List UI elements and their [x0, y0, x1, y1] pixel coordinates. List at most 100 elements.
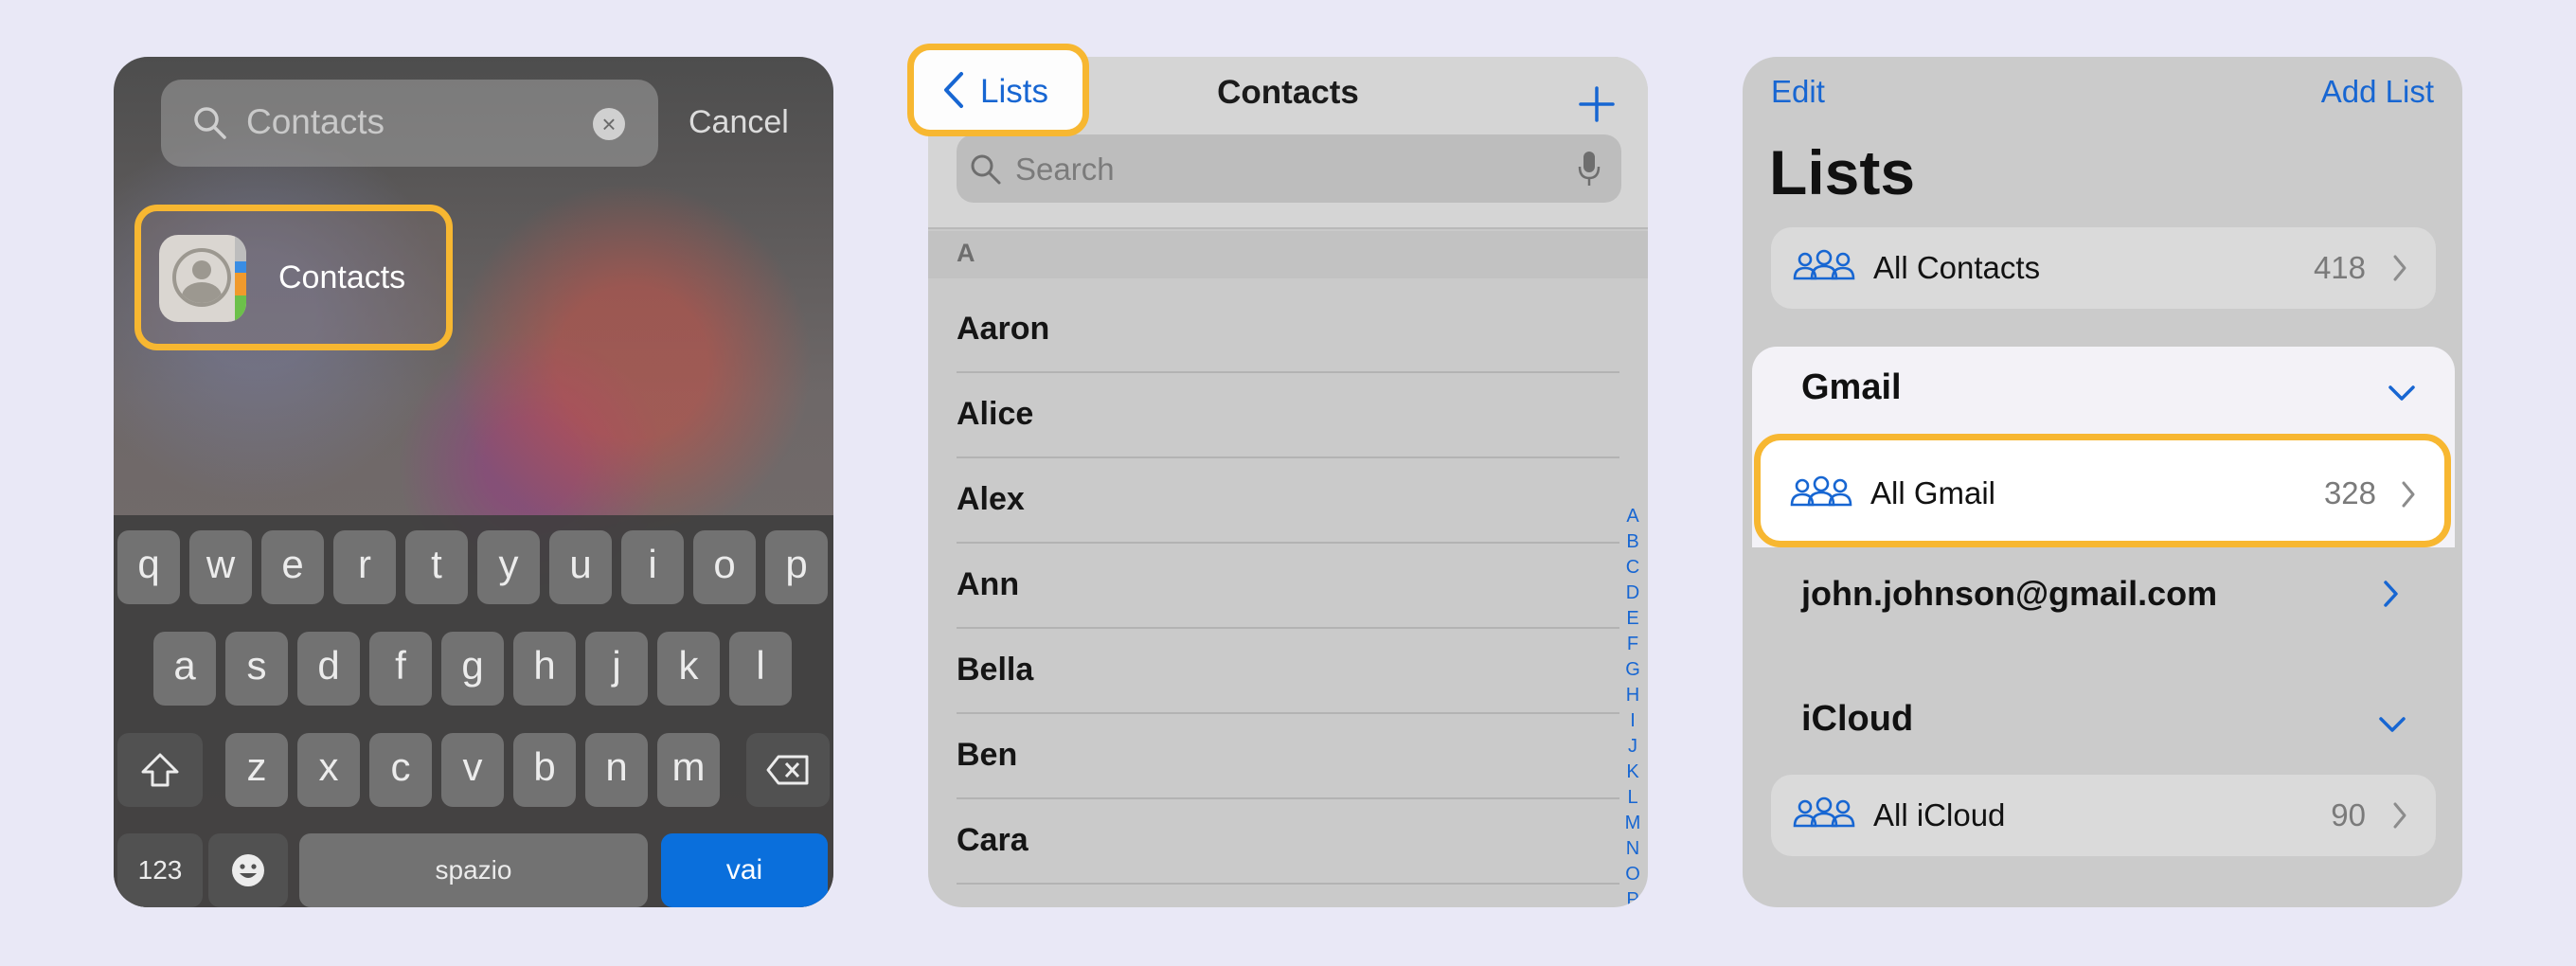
- index-letter[interactable]: C: [1623, 555, 1642, 581]
- chevron-right-icon: [2393, 802, 2406, 829]
- key-o[interactable]: o: [693, 530, 756, 604]
- list-name: All Contacts: [1873, 250, 2041, 285]
- chevron-down-icon[interactable]: [2388, 385, 2416, 402]
- gmail-account[interactable]: john.johnson@gmail.com: [1801, 574, 2217, 614]
- list-count: 418: [2313, 250, 2366, 285]
- contacts-app-icon[interactable]: [159, 235, 246, 322]
- key-m[interactable]: m: [657, 733, 720, 807]
- index-letter[interactable]: P: [1623, 887, 1642, 907]
- space-key[interactable]: spazio: [299, 833, 648, 907]
- backspace-icon: [766, 755, 809, 785]
- key-c[interactable]: c: [369, 733, 432, 807]
- add-contact-button[interactable]: [1578, 68, 1616, 135]
- contact-name: Ann: [957, 566, 1020, 602]
- person-icon: [172, 248, 231, 307]
- list-name: All iCloud: [1873, 797, 2006, 832]
- contact-name: Alex: [957, 481, 1025, 517]
- back-to-lists-button[interactable]: Lists: [907, 44, 1089, 136]
- index-letter[interactable]: F: [1623, 632, 1642, 657]
- key-i[interactable]: i: [621, 530, 684, 604]
- key-y[interactable]: y: [477, 530, 540, 604]
- group-title: iCloud: [1801, 699, 1914, 739]
- key-s[interactable]: s: [225, 632, 288, 706]
- emoji-icon: [232, 854, 264, 886]
- key-v[interactable]: v: [441, 733, 504, 807]
- key-p[interactable]: p: [765, 530, 828, 604]
- contact-row[interactable]: Alice: [957, 373, 1619, 458]
- key-d[interactable]: d: [297, 632, 360, 706]
- go-key[interactable]: vai: [661, 833, 828, 907]
- list-all-gmail[interactable]: All Gmail 328: [1754, 434, 2451, 547]
- add-list-button[interactable]: Add List: [2321, 74, 2434, 110]
- key-t[interactable]: t: [405, 530, 468, 604]
- shift-icon: [141, 753, 179, 787]
- key-b[interactable]: b: [513, 733, 576, 807]
- contact-row[interactable]: Ann: [957, 544, 1619, 629]
- chevron-right-icon[interactable]: [2383, 580, 2400, 608]
- contact-name: Cara: [957, 822, 1029, 858]
- chevron-left-icon: [944, 72, 963, 108]
- index-letter[interactable]: B: [1623, 529, 1642, 555]
- search-placeholder: Search: [1015, 152, 1115, 187]
- key-g[interactable]: g: [441, 632, 504, 706]
- index-letter[interactable]: I: [1623, 708, 1642, 734]
- alphabet-index[interactable]: ABCDEFGHIJKLMNOP: [1623, 504, 1642, 907]
- key-k[interactable]: k: [657, 632, 720, 706]
- key-w[interactable]: w: [189, 530, 252, 604]
- list-all-contacts[interactable]: All Contacts 418: [1771, 227, 2436, 309]
- contact-row[interactable]: Aaron: [957, 288, 1619, 373]
- contact-row[interactable]: Cara: [957, 799, 1619, 885]
- key-z[interactable]: z: [225, 733, 288, 807]
- shift-key[interactable]: [117, 733, 203, 807]
- index-letter[interactable]: E: [1623, 606, 1642, 632]
- contact-row[interactable]: Bella: [957, 629, 1619, 714]
- chevron-right-icon: [2393, 255, 2406, 281]
- spotlight-search-field[interactable]: Contacts ×: [161, 80, 658, 167]
- list-all-icloud[interactable]: All iCloud 90: [1771, 775, 2436, 856]
- search-icon: [971, 154, 1001, 185]
- index-letter[interactable]: J: [1623, 734, 1642, 760]
- index-letter[interactable]: A: [1623, 504, 1642, 529]
- delete-key[interactable]: [746, 733, 830, 807]
- contact-row[interactable]: Ben: [957, 714, 1619, 799]
- page-title: Lists: [1769, 137, 1916, 207]
- contact-row[interactable]: Alex: [957, 458, 1619, 544]
- chevron-down-icon[interactable]: [2378, 716, 2406, 733]
- search-icon: [194, 107, 226, 139]
- edit-button[interactable]: Edit: [1771, 74, 1825, 110]
- list-count: 328: [2323, 475, 2376, 510]
- index-letter[interactable]: M: [1623, 811, 1642, 836]
- key-f[interactable]: f: [369, 632, 432, 706]
- index-letter[interactable]: D: [1623, 581, 1642, 606]
- index-letter[interactable]: N: [1623, 836, 1642, 862]
- key-e[interactable]: e: [261, 530, 324, 604]
- spotlight-panel: Contacts × Cancel Contacts qwertyuiop as…: [114, 57, 833, 907]
- numbers-key[interactable]: 123: [117, 833, 203, 907]
- chevron-right-icon: [2402, 481, 2415, 508]
- keyboard: qwertyuiop asdfghjkl zxcvbnm 123 spazio: [114, 515, 833, 907]
- clear-search-icon[interactable]: ×: [593, 108, 625, 140]
- index-letter[interactable]: G: [1623, 657, 1642, 683]
- cancel-button[interactable]: Cancel: [689, 104, 789, 141]
- key-q[interactable]: q: [117, 530, 180, 604]
- key-h[interactable]: h: [513, 632, 576, 706]
- key-a[interactable]: a: [153, 632, 216, 706]
- search-query: Contacts: [246, 102, 385, 141]
- app-result-label: Contacts: [278, 259, 406, 295]
- microphone-icon[interactable]: [1578, 150, 1601, 188]
- index-letter[interactable]: L: [1623, 785, 1642, 811]
- key-u[interactable]: u: [549, 530, 612, 604]
- contact-name: Bella: [957, 652, 1034, 688]
- section-header: A: [928, 231, 1648, 278]
- emoji-key[interactable]: [208, 833, 288, 907]
- key-l[interactable]: l: [729, 632, 792, 706]
- index-letter[interactable]: K: [1623, 760, 1642, 785]
- index-letter[interactable]: O: [1623, 862, 1642, 887]
- key-j[interactable]: j: [585, 632, 648, 706]
- back-label: Lists: [980, 73, 1048, 110]
- index-letter[interactable]: H: [1623, 683, 1642, 708]
- key-r[interactable]: r: [333, 530, 396, 604]
- contacts-search-field[interactable]: Search: [957, 134, 1621, 203]
- key-x[interactable]: x: [297, 733, 360, 807]
- key-n[interactable]: n: [585, 733, 648, 807]
